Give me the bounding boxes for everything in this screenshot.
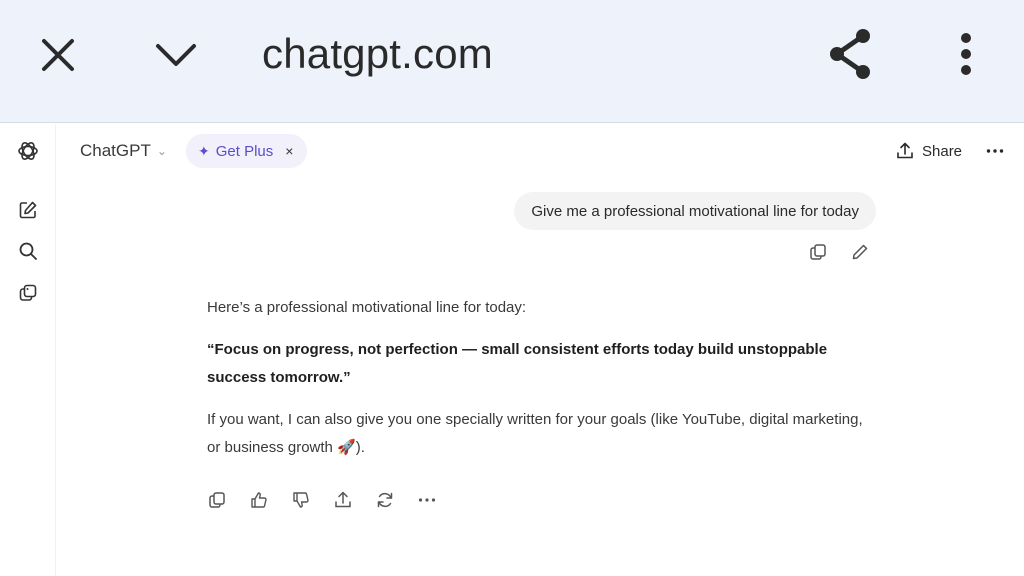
refresh-icon	[377, 492, 393, 508]
close-tab-button[interactable]	[30, 30, 86, 80]
home-button[interactable]	[14, 137, 42, 165]
pencil-icon	[852, 244, 868, 260]
user-message-actions	[806, 240, 872, 264]
more-horiz-icon	[986, 149, 1004, 153]
browser-share-button[interactable]	[820, 24, 880, 84]
more-options-button[interactable]	[982, 140, 1008, 162]
get-plus-button[interactable]: ✦ Get Plus ×	[186, 134, 308, 168]
copy-icon	[810, 244, 826, 260]
model-selector[interactable]: ChatGPT ⌄	[80, 138, 167, 164]
share-response-button[interactable]	[331, 488, 355, 512]
url-display[interactable]: chatgpt.com	[262, 28, 493, 80]
get-plus-label: Get Plus	[215, 142, 274, 160]
search-icon	[19, 242, 37, 260]
assistant-followup: If you want, I can also give you one spe…	[207, 411, 863, 456]
bad-response-button[interactable]	[289, 488, 313, 512]
chevron-down-icon	[156, 44, 196, 66]
edit-button[interactable]	[848, 240, 872, 264]
upload-share-icon	[897, 142, 913, 159]
thumbs-up-icon	[251, 492, 267, 508]
user-message: Give me a professional motivational line…	[514, 192, 876, 230]
browser-menu-button[interactable]	[944, 24, 988, 84]
library-button[interactable]	[14, 279, 42, 307]
close-icon	[42, 39, 74, 71]
new-chat-button[interactable]	[14, 196, 42, 224]
assistant-intro: Here’s a professional motivational line …	[207, 299, 527, 316]
dismiss-plus-button[interactable]: ×	[285, 143, 293, 159]
chevron-down-icon: ⌄	[156, 144, 167, 158]
copy-icon	[209, 492, 225, 508]
openai-logo-icon	[18, 142, 38, 160]
browser-toolbar: chatgpt.com	[0, 0, 1024, 123]
model-name: ChatGPT	[80, 141, 151, 160]
sparkle-icon: ✦	[198, 142, 210, 159]
assistant-message: Here’s a professional motivational line …	[207, 294, 867, 476]
search-button[interactable]	[14, 237, 42, 265]
share-label: Share	[922, 142, 963, 160]
new-chat-icon	[19, 201, 37, 219]
good-response-button[interactable]	[247, 488, 271, 512]
copy-response-button[interactable]	[205, 488, 229, 512]
assistant-message-actions	[205, 488, 439, 512]
more-horiz-icon	[418, 498, 436, 502]
thumbs-down-icon	[293, 492, 309, 508]
sidebar	[0, 124, 56, 576]
more-vert-icon	[961, 33, 971, 75]
user-message-text: Give me a professional motivational line…	[531, 202, 859, 220]
copy-button[interactable]	[806, 240, 830, 264]
regenerate-button[interactable]	[373, 488, 397, 512]
share-icon	[830, 29, 870, 79]
share-button[interactable]: Share	[896, 140, 962, 162]
collapse-button[interactable]	[148, 30, 204, 80]
upload-share-icon	[335, 491, 351, 508]
assistant-quote: “Focus on progress, not perfection — sma…	[207, 341, 828, 386]
chatgpt-app: ChatGPT ⌄ ✦ Get Plus × Share Give me a p…	[0, 124, 1024, 576]
more-actions-button[interactable]	[415, 488, 439, 512]
library-icon	[19, 284, 37, 301]
